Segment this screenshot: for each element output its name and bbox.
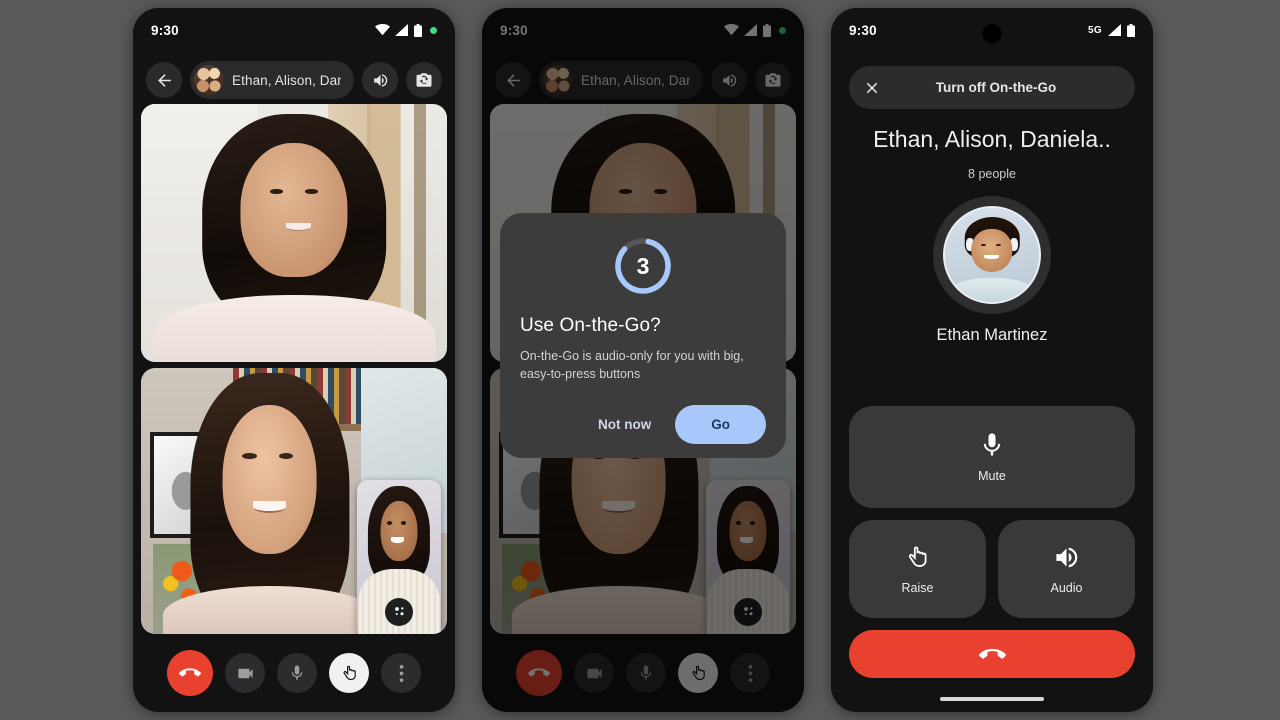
raise-hand-icon [342, 665, 356, 680]
camera-button[interactable] [225, 653, 265, 693]
end-call-button[interactable] [167, 650, 213, 696]
effects-sparkle-icon [394, 607, 403, 616]
signal-icon [1108, 24, 1121, 36]
call-controls [133, 634, 455, 712]
battery-icon [1127, 23, 1135, 37]
countdown-wrap: 3 [520, 235, 766, 297]
network-label: 5G [1088, 24, 1102, 36]
active-speaker-avatar [933, 196, 1051, 314]
call-title: Ethan, Alison, Dani... [232, 72, 341, 88]
phone-2-screen: 9:30 Ethan, Alison, Dani... [482, 8, 804, 712]
dialog-actions: Not now Go [520, 405, 766, 445]
microphone-icon [983, 433, 1001, 456]
dialog-title: Use On-the-Go? [520, 315, 661, 336]
recording-dot-icon [430, 26, 437, 34]
flip-camera-icon [416, 73, 432, 87]
video-grid [141, 104, 447, 634]
camera-icon [237, 668, 253, 678]
active-speaker-name: Ethan Martinez [936, 326, 1048, 344]
turn-off-label: Turn off On-the-Go [935, 80, 1057, 95]
flip-camera-button[interactable] [406, 62, 442, 98]
group-avatar [194, 65, 224, 95]
status-bar: 9:30 [133, 8, 455, 52]
status-icons: 5G [1088, 23, 1135, 37]
dialog-body: On-the-Go is audio-only for you with big… [520, 349, 744, 382]
screenshot-stage: 9:30 Ethan, Alison, Dani... [0, 0, 1280, 720]
status-time: 9:30 [151, 22, 179, 38]
go-button[interactable]: Go [675, 405, 766, 445]
countdown-ring: 3 [612, 235, 674, 297]
participant-tile-1[interactable] [141, 104, 447, 362]
speaker-icon [1056, 547, 1078, 567]
call-header: Ethan, Alison, Dani... [133, 56, 455, 104]
phone-1-call-grid: 9:30 Ethan, Alison, Dani... [133, 8, 455, 712]
status-time: 9:30 [849, 22, 877, 38]
speaker-button[interactable] [362, 62, 398, 98]
battery-icon [414, 23, 422, 37]
wifi-icon [375, 24, 390, 36]
not-now-button[interactable]: Not now [584, 407, 665, 442]
audio-label: Audio [1050, 580, 1083, 595]
turn-off-on-the-go-bar[interactable]: Turn off On-the-Go [849, 66, 1135, 109]
signal-icon [395, 24, 408, 36]
participant-tile-2[interactable] [141, 368, 447, 634]
self-view-pip[interactable] [357, 479, 441, 634]
raise-hand-button[interactable]: Raise [849, 520, 986, 618]
more-options-button[interactable] [381, 653, 421, 693]
countdown-number: 3 [636, 252, 650, 279]
audio-button[interactable]: Audio [998, 520, 1135, 618]
phone-2-on-the-go-prompt: 9:30 Ethan, Alison, Dani... [482, 8, 804, 712]
back-button[interactable] [146, 62, 182, 98]
effects-button[interactable] [385, 597, 413, 626]
status-icons [375, 23, 437, 37]
microphone-button[interactable] [277, 653, 317, 693]
call-title: Ethan, Alison, Daniela.. [873, 126, 1111, 152]
raise-hand-button[interactable] [329, 653, 369, 693]
secondary-controls-row: Raise Audio [849, 520, 1135, 618]
speaker-icon [373, 73, 387, 87]
on-the-go-controls: Mute Raise Audio [849, 406, 1135, 618]
raise-hand-icon [908, 546, 927, 567]
front-camera-cutout [982, 24, 1002, 43]
microphone-icon [291, 665, 303, 680]
call-title-pill[interactable]: Ethan, Alison, Dani... [190, 61, 354, 99]
mute-label: Mute [978, 469, 1006, 483]
raise-label: Raise [901, 580, 934, 595]
participant-count: 8 people [968, 167, 1016, 181]
back-arrow-icon [157, 73, 171, 87]
avatar [943, 206, 1041, 304]
end-call-button[interactable] [849, 630, 1135, 678]
phone-1-screen: 9:30 Ethan, Alison, Dani... [133, 8, 455, 712]
more-vertical-icon [399, 664, 403, 682]
phone-3-on-the-go-active: 9:30 5G Turn off On-the-Go Ethan, Alison… [831, 8, 1153, 712]
home-indicator [940, 697, 1044, 701]
on-the-go-dialog: 3 Use On-the-Go? On-the-Go is audio-only… [500, 213, 786, 459]
mute-button[interactable]: Mute [849, 406, 1135, 508]
end-call-icon [179, 668, 201, 677]
phone-3-screen: 9:30 5G Turn off On-the-Go Ethan, Alison… [831, 8, 1153, 712]
end-call-icon [978, 648, 1006, 659]
